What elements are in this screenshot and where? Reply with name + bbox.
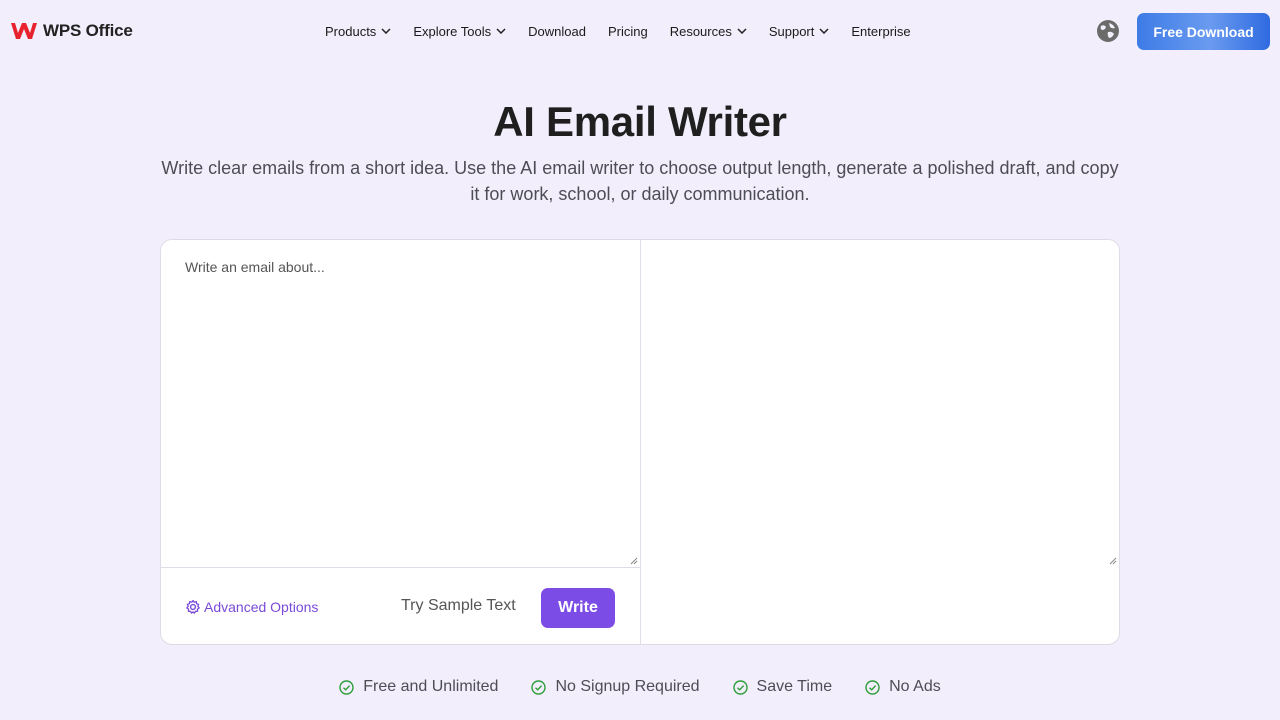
nav-label: Download — [528, 23, 586, 39]
logo-text: WPS Office — [43, 21, 133, 40]
feature-item: Free and Unlimited — [339, 678, 498, 696]
nav-resources[interactable]: Resources — [670, 24, 747, 39]
nav-support[interactable]: Support — [769, 24, 830, 39]
input-pane: Advanced Options Try Sample Text Write — [161, 240, 641, 644]
nav-label: Support — [768, 23, 815, 39]
nav-label: Pricing — [607, 23, 648, 39]
resize-handle-icon[interactable] — [630, 557, 638, 565]
chevron-down-icon — [496, 28, 506, 34]
logo[interactable]: WPS Office — [10, 20, 133, 42]
chevron-down-icon — [737, 28, 747, 34]
gear-icon — [185, 599, 201, 615]
feature-item: Save Time — [732, 678, 833, 696]
nav-products[interactable]: Products — [325, 24, 391, 39]
check-circle-icon — [732, 679, 748, 695]
advanced-options-button[interactable]: Advanced Options — [185, 599, 318, 615]
input-toolbar: Advanced Options Try Sample Text Write — [161, 568, 640, 644]
check-circle-icon — [865, 679, 880, 695]
output-pane — [641, 240, 1119, 644]
email-topic-input[interactable] — [161, 240, 640, 568]
resize-handle-icon[interactable] — [1109, 557, 1117, 565]
nav-label: Enterprise — [851, 23, 911, 39]
nav-enterprise[interactable]: Enterprise — [851, 24, 910, 39]
feature-label: No Ads — [889, 678, 941, 695]
email-writer-panel: Advanced Options Try Sample Text Write — [160, 239, 1120, 645]
feature-item: No Signup Required — [531, 678, 700, 696]
chevron-down-icon — [819, 28, 829, 34]
page-subtitle: Write clear emails from a short idea. Us… — [161, 158, 1119, 204]
nav-download[interactable]: Download — [528, 24, 586, 39]
check-circle-icon — [531, 679, 547, 695]
chevron-down-icon — [381, 28, 391, 34]
feature-item: No Ads — [865, 678, 941, 696]
free-download-button[interactable]: Free Download — [1137, 13, 1270, 50]
nav-label: Products — [325, 23, 377, 39]
feature-label: No Signup Required — [555, 678, 700, 695]
feature-label: Free and Unlimited — [363, 678, 499, 695]
page-title: AI Email Writer — [493, 98, 787, 145]
advanced-options-label: Advanced Options — [204, 599, 319, 615]
wps-logo-icon — [10, 21, 38, 41]
nav-pricing[interactable]: Pricing — [608, 24, 648, 39]
check-circle-icon — [339, 679, 354, 695]
try-sample-text-button[interactable]: Try Sample Text — [401, 597, 516, 615]
nav-label: Explore Tools — [413, 23, 492, 39]
write-button[interactable]: Write — [541, 588, 615, 628]
site-header: WPS Office Products Explore Tools Downlo… — [0, 0, 1280, 62]
nav-explore-tools[interactable]: Explore Tools — [413, 24, 506, 39]
feature-list: Free and Unlimited No Signup Required Sa… — [0, 678, 1280, 696]
main-nav: Products Explore Tools Download Pricing … — [325, 21, 933, 41]
nav-label: Resources — [669, 23, 732, 39]
email-output[interactable] — [641, 240, 1119, 568]
globe-icon[interactable] — [1096, 19, 1120, 43]
feature-label: Save Time — [756, 678, 833, 695]
